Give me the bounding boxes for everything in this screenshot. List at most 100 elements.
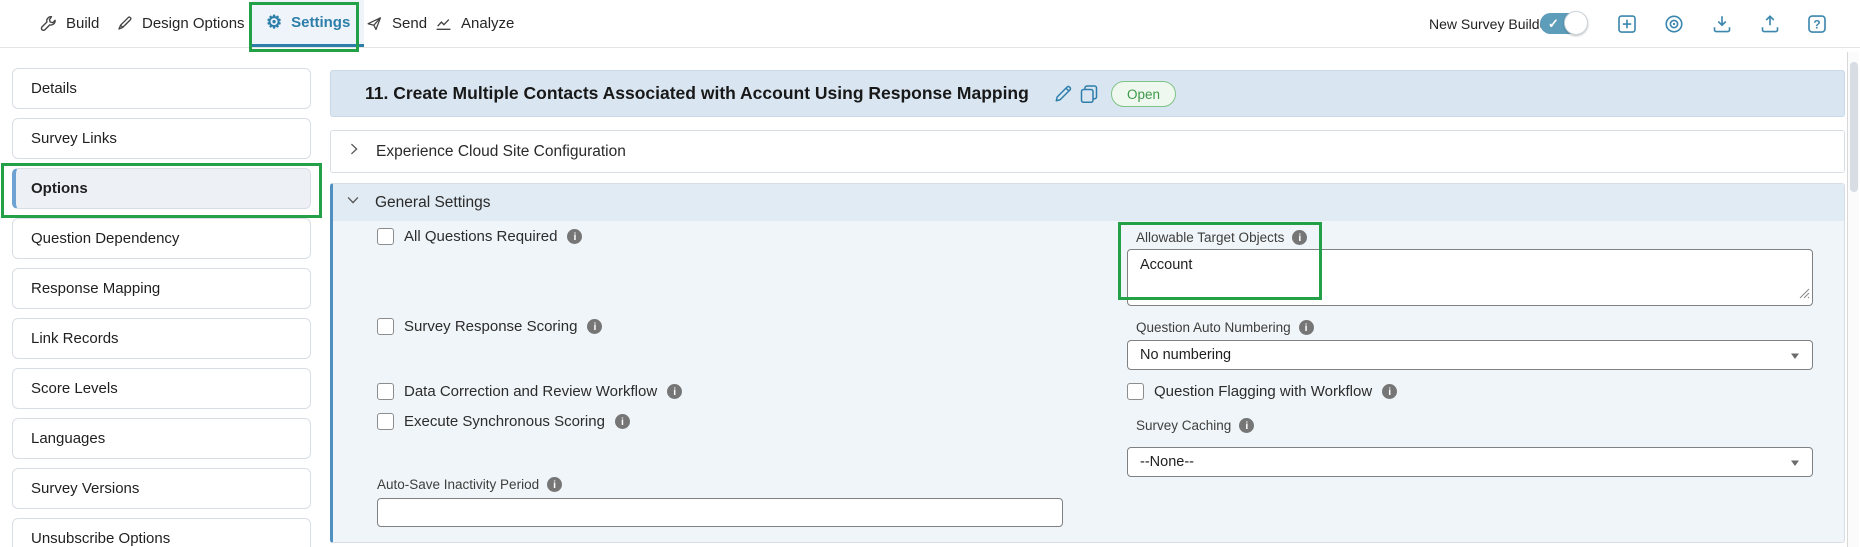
preview-icon[interactable] <box>1664 14 1684 34</box>
survey-response-scoring-checkbox[interactable] <box>377 318 394 335</box>
survey-response-scoring-row: Survey Response Scoring <box>377 318 603 335</box>
sidebar-item-response-mapping[interactable]: Response Mapping <box>12 268 311 309</box>
svg-text:?: ? <box>1813 17 1820 31</box>
info-icon[interactable] <box>567 229 583 244</box>
execute-synchronous-scoring-row: Execute Synchronous Scoring <box>377 413 630 430</box>
survey-title-bar: 11. Create Multiple Contacts Associated … <box>330 70 1845 117</box>
info-icon[interactable] <box>614 414 630 429</box>
chevron-down-icon <box>346 193 360 212</box>
info-icon[interactable] <box>667 384 683 399</box>
add-page-icon[interactable] <box>1617 14 1637 34</box>
question-auto-numbering-label: Question Auto Numbering <box>1136 320 1291 335</box>
download-icon[interactable] <box>1712 14 1732 34</box>
tab-settings-label: Settings <box>291 13 351 31</box>
survey-caching-label: Survey Caching <box>1136 418 1232 433</box>
sidebar-item-label: Survey Links <box>31 130 117 147</box>
sidebar-item-label: Question Dependency <box>31 230 180 247</box>
sidebar-item-label: Unsubscribe Options <box>31 530 171 547</box>
help-icon[interactable]: ? <box>1807 14 1827 34</box>
top-toolbar: Build Design Options ⚙ Settings Send Ana… <box>0 0 1860 48</box>
sidebar-item-link-records[interactable]: Link Records <box>12 318 311 359</box>
wrench-icon <box>40 15 57 32</box>
general-settings-header[interactable]: General Settings <box>333 184 1844 221</box>
all-questions-required-label: All Questions Required <box>404 228 558 245</box>
info-icon[interactable] <box>1382 384 1398 399</box>
section-experience-cloud[interactable]: Experience Cloud Site Configuration <box>330 130 1845 173</box>
tab-send[interactable]: Send <box>366 0 427 47</box>
vertical-scrollbar[interactable] <box>1847 52 1859 547</box>
sidebar-item-label: Details <box>31 80 77 97</box>
sidebar-item-score-levels[interactable]: Score Levels <box>12 368 311 409</box>
sidebar-item-label: Response Mapping <box>31 280 161 297</box>
sidebar-item-unsubscribe-options[interactable]: Unsubscribe Options <box>12 518 311 547</box>
new-survey-builder-label: New Survey Builder <box>1429 15 1552 32</box>
general-settings-label: General Settings <box>375 193 491 211</box>
sidebar-item-options[interactable]: Options <box>12 168 311 209</box>
status-badge: Open <box>1111 81 1177 107</box>
tab-design-options[interactable]: Design Options <box>116 0 245 47</box>
question-auto-numbering-select[interactable]: No numbering <box>1127 340 1813 370</box>
auto-save-input[interactable] <box>377 498 1063 527</box>
allowable-target-objects-textarea[interactable]: Account <box>1127 249 1813 306</box>
info-icon[interactable] <box>1239 418 1255 433</box>
new-survey-builder-toggle[interactable] <box>1540 11 1588 35</box>
allowable-target-objects-value: Account <box>1140 257 1193 273</box>
survey-builder-settings-page: Build Design Options ⚙ Settings Send Ana… <box>0 0 1860 547</box>
chevron-right-icon <box>347 142 361 161</box>
sidebar-item-languages[interactable]: Languages <box>12 418 311 459</box>
copy-icon[interactable] <box>1079 84 1099 104</box>
sidebar-item-label: Survey Versions <box>31 480 140 497</box>
data-correction-checkbox[interactable] <box>377 383 394 400</box>
scrollbar-thumb[interactable] <box>1850 62 1858 192</box>
survey-caching-select[interactable]: --None-- <box>1127 447 1813 477</box>
survey-caching-value: --None-- <box>1140 454 1194 470</box>
question-flagging-label: Question Flagging with Workflow <box>1154 383 1373 400</box>
section-experience-cloud-label: Experience Cloud Site Configuration <box>376 142 626 160</box>
general-settings-body: All Questions Required Allowable Target … <box>333 221 1844 542</box>
sidebar-item-details[interactable]: Details <box>12 68 311 109</box>
survey-title: 11. Create Multiple Contacts Associated … <box>365 83 1029 103</box>
tab-send-label: Send <box>392 15 428 32</box>
tab-analyze-label: Analyze <box>461 15 515 32</box>
tab-build[interactable]: Build <box>40 0 99 47</box>
tab-settings[interactable]: ⚙ Settings <box>252 0 365 47</box>
tab-analyze[interactable]: Analyze <box>435 0 514 47</box>
data-correction-label: Data Correction and Review Workflow <box>404 383 658 400</box>
sidebar-item-question-dependency[interactable]: Question Dependency <box>12 218 311 259</box>
info-icon[interactable] <box>547 477 563 492</box>
edit-title-icon[interactable] <box>1053 84 1073 104</box>
question-flagging-checkbox[interactable] <box>1127 383 1144 400</box>
sidebar-item-label: Score Levels <box>31 380 118 397</box>
chart-icon <box>435 15 452 32</box>
all-questions-required-row: All Questions Required <box>377 228 583 245</box>
allowable-target-objects-labelrow: Allowable Target Objects <box>1136 230 1308 245</box>
sidebar-item-label: Languages <box>31 430 106 447</box>
auto-save-label: Auto-Save Inactivity Period <box>377 477 540 492</box>
execute-synchronous-scoring-label: Execute Synchronous Scoring <box>404 413 605 430</box>
info-icon[interactable] <box>1298 320 1314 335</box>
upload-icon[interactable] <box>1760 14 1780 34</box>
tab-design-options-label: Design Options <box>142 15 245 32</box>
resize-handle-icon[interactable] <box>1799 287 1810 303</box>
tab-build-label: Build <box>66 15 100 32</box>
execute-synchronous-scoring-checkbox[interactable] <box>377 413 394 430</box>
sidebar-item-label: Link Records <box>31 330 119 347</box>
dropdown-caret-icon <box>1791 353 1799 359</box>
gear-icon: ⚙ <box>266 12 283 32</box>
sidebar-item-survey-versions[interactable]: Survey Versions <box>12 468 311 509</box>
dropdown-caret-icon <box>1791 460 1799 466</box>
all-questions-required-checkbox[interactable] <box>377 228 394 245</box>
send-icon <box>366 15 383 32</box>
auto-save-labelrow: Auto-Save Inactivity Period <box>377 477 563 492</box>
allowable-target-objects-label: Allowable Target Objects <box>1136 230 1285 245</box>
info-icon[interactable] <box>1292 230 1308 245</box>
sidebar-item-label: Options <box>31 180 88 197</box>
survey-caching-labelrow: Survey Caching <box>1136 418 1255 433</box>
question-flagging-row: Question Flagging with Workflow <box>1127 383 1398 400</box>
info-icon[interactable] <box>587 319 603 334</box>
survey-response-scoring-label: Survey Response Scoring <box>404 318 578 335</box>
question-auto-numbering-value: No numbering <box>1140 347 1232 363</box>
sidebar-item-survey-links[interactable]: Survey Links <box>12 118 311 159</box>
data-correction-row: Data Correction and Review Workflow <box>377 383 683 400</box>
question-auto-numbering-labelrow: Question Auto Numbering <box>1136 320 1314 335</box>
